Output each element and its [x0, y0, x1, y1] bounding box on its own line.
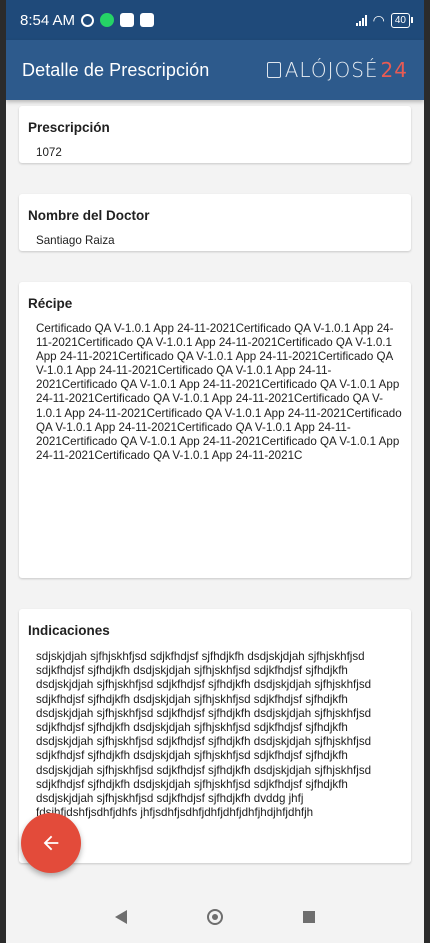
logo-text: ALÓJOSÉ [284, 58, 379, 82]
battery-level: 40 [394, 14, 406, 26]
gmail-icon [120, 13, 135, 27]
logo-number: 24 [380, 58, 408, 82]
brand-logo: ALÓJOSÉ 24 [266, 58, 408, 82]
status-right: ◠ 40 [355, 11, 414, 29]
arrow-left-icon [43, 835, 59, 851]
status-bar: 8:54 AM ◠ 40 [6, 0, 424, 40]
doctor-label: Nombre del Doctor [28, 208, 150, 223]
recipe-card: Récipe Certificado QA V-1.0.1 App 24-11-… [19, 282, 411, 578]
nav-home-icon[interactable] [207, 908, 223, 925]
indications-label: Indicaciones [28, 623, 110, 638]
logo-mark-icon [266, 62, 281, 78]
app-bar: Detalle de Prescripción ALÓJOSÉ 24 [6, 40, 424, 100]
alarm-icon [81, 13, 95, 27]
whatsapp-icon [100, 13, 115, 27]
prescription-value: 1072 [36, 146, 62, 159]
page-title: Detalle de Prescripción [22, 59, 210, 80]
battery-icon: 40 [390, 12, 414, 28]
doctor-value: Santiago Raiza [36, 234, 115, 247]
phone-screen: 8:54 AM ◠ 40 Detalle de Prescripción ALÓ… [6, 0, 424, 943]
telegram-icon [140, 13, 155, 27]
system-nav-bar [6, 890, 424, 943]
indications-value: sdjskjdjah sjfhjskhfjsd sdjkfhdjsf sjfhd… [36, 650, 372, 820]
signal-icon [355, 14, 367, 26]
doctor-card: Nombre del Doctor Santiago Raiza [19, 194, 411, 251]
nav-recents-icon[interactable] [303, 910, 315, 923]
prescription-card: Prescripción 1072 [19, 106, 411, 163]
status-left: 8:54 AM [20, 11, 155, 29]
recipe-value: Certificado QA V-1.0.1 App 24-11-2021Cer… [36, 322, 402, 462]
wifi-icon: ◠ [372, 11, 385, 28]
back-fab-button[interactable] [21, 813, 81, 873]
status-time: 8:54 AM [20, 11, 76, 29]
detail-content[interactable]: Prescripción 1072 Nombre del Doctor Sant… [6, 100, 424, 890]
recipe-label: Récipe [28, 296, 73, 311]
nav-back-icon[interactable] [115, 909, 127, 924]
prescription-label: Prescripción [28, 120, 110, 135]
indications-card: Indicaciones sdjskjdjah sjfhjskhfjsd sdj… [19, 609, 411, 863]
